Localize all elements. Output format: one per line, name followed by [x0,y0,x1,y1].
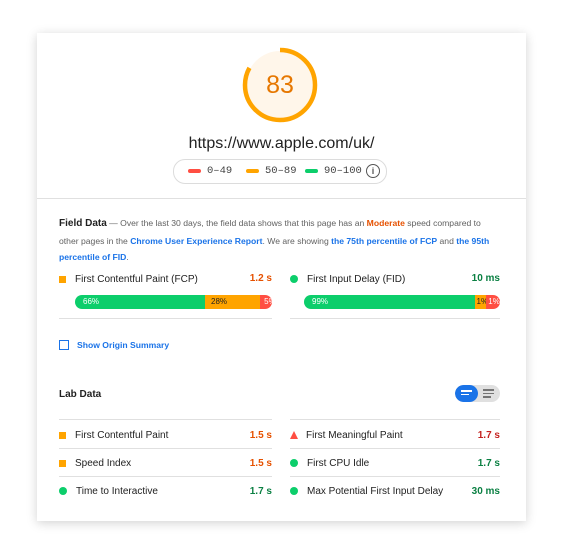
page-url: https://www.apple.com/uk/ [188,135,375,152]
field-metric-fcp-value: 1.2 s [249,273,272,284]
legend-average: 50–89 [246,164,297,178]
field-metric-fid-value: 10 ms [471,273,500,284]
fcp-dist-fast: 66% [75,295,206,309]
square-icon [59,431,66,439]
lab-metric-mpfid: Max Potential First Input Delay [290,484,443,498]
section-divider [37,198,526,199]
crux-report-link[interactable]: Chrome User Experience Report [130,236,262,246]
metrics-view-toggle[interactable] [455,385,500,402]
report-card: 83 https://www.apple.com/uk/ 0–49 50–89 … [37,33,526,521]
lab-row-divider [59,419,272,420]
field-data-title: Field Data [59,218,107,229]
circle-icon [59,487,67,495]
lab-metric-speed-index-value: 1.5 s [249,458,272,469]
fcp-dist-slow: 5% [260,295,272,309]
compact-lines-icon [461,390,472,395]
lab-metric-fmp: First Meaningful Paint [290,428,403,442]
triangle-icon [290,431,298,439]
expanded-lines-icon[interactable] [483,389,494,398]
show-origin-summary[interactable]: Show Origin Summary [59,340,169,350]
field-data-description: Field Data — Over the last 30 days, the … [59,218,490,262]
fcp-percentile-link[interactable]: the 75th percentile of FCP [331,236,437,246]
legend-pass-swatch [305,169,318,173]
lab-row-divider [290,419,500,420]
legend-fail-swatch [188,169,201,173]
field-row-divider [290,318,500,319]
toggle-compact-view[interactable] [455,385,478,402]
field-row-divider [59,318,272,319]
circle-icon [290,275,298,283]
field-metric-fid-name: First Input Delay (FID) [307,273,406,285]
field-metric-fcp: First Contentful Paint (FCP) [59,270,198,288]
square-icon [59,275,66,283]
circle-icon [290,487,298,495]
lab-metric-tti-value: 1.7 s [249,486,272,497]
legend-average-label: 50–89 [265,165,297,177]
lab-metric-fcp: First Contentful Paint [59,428,168,442]
fid-dist-slow: 1% [486,295,500,309]
field-metric-fcp-name: First Contentful Paint (FCP) [75,273,198,285]
legend-pass-label: 90–100 [324,165,362,177]
score-gauge: 83 [241,46,319,124]
lab-row-divider [290,448,500,449]
lab-metric-mpfid-value: 30 ms [471,486,500,497]
fcp-distribution-bar: 66% 28% 5% [75,295,272,309]
origin-summary-label: Show Origin Summary [77,340,170,350]
lab-data-title: Lab Data [59,389,102,400]
lab-metric-speed-index: Speed Index [59,456,131,470]
lab-metric-fci-value: 1.7 s [477,458,500,469]
field-metric-fid: First Input Delay (FID) [290,270,405,288]
legend-fail: 0–49 [188,164,232,178]
lab-row-divider [59,476,272,477]
fid-dist-average: 1% [474,295,488,309]
origin-summary-checkbox[interactable] [59,340,69,350]
lab-row-divider [59,448,272,449]
lab-row-divider [290,476,500,477]
legend-pass: 90–100 [305,164,362,178]
lab-metric-fcp-value: 1.5 s [249,430,272,441]
legend-average-swatch [246,169,259,173]
fid-distribution-bar: 99% 1% 1% [304,295,500,309]
score-legend: 0–49 50–89 90–100 i [173,159,387,184]
fcp-dist-average: 28% [205,295,261,309]
lab-metric-fmp-value: 1.7 s [477,430,500,441]
speed-category: Moderate [366,218,405,228]
square-icon [59,459,66,467]
fid-dist-fast: 99% [304,295,475,309]
lab-metric-fci: First CPU Idle [290,456,369,470]
performance-score: 83 [266,71,294,99]
info-icon[interactable]: i [366,164,380,178]
circle-icon [290,459,298,467]
legend-fail-label: 0–49 [207,165,233,177]
lab-metric-tti: Time to Interactive [59,484,158,498]
